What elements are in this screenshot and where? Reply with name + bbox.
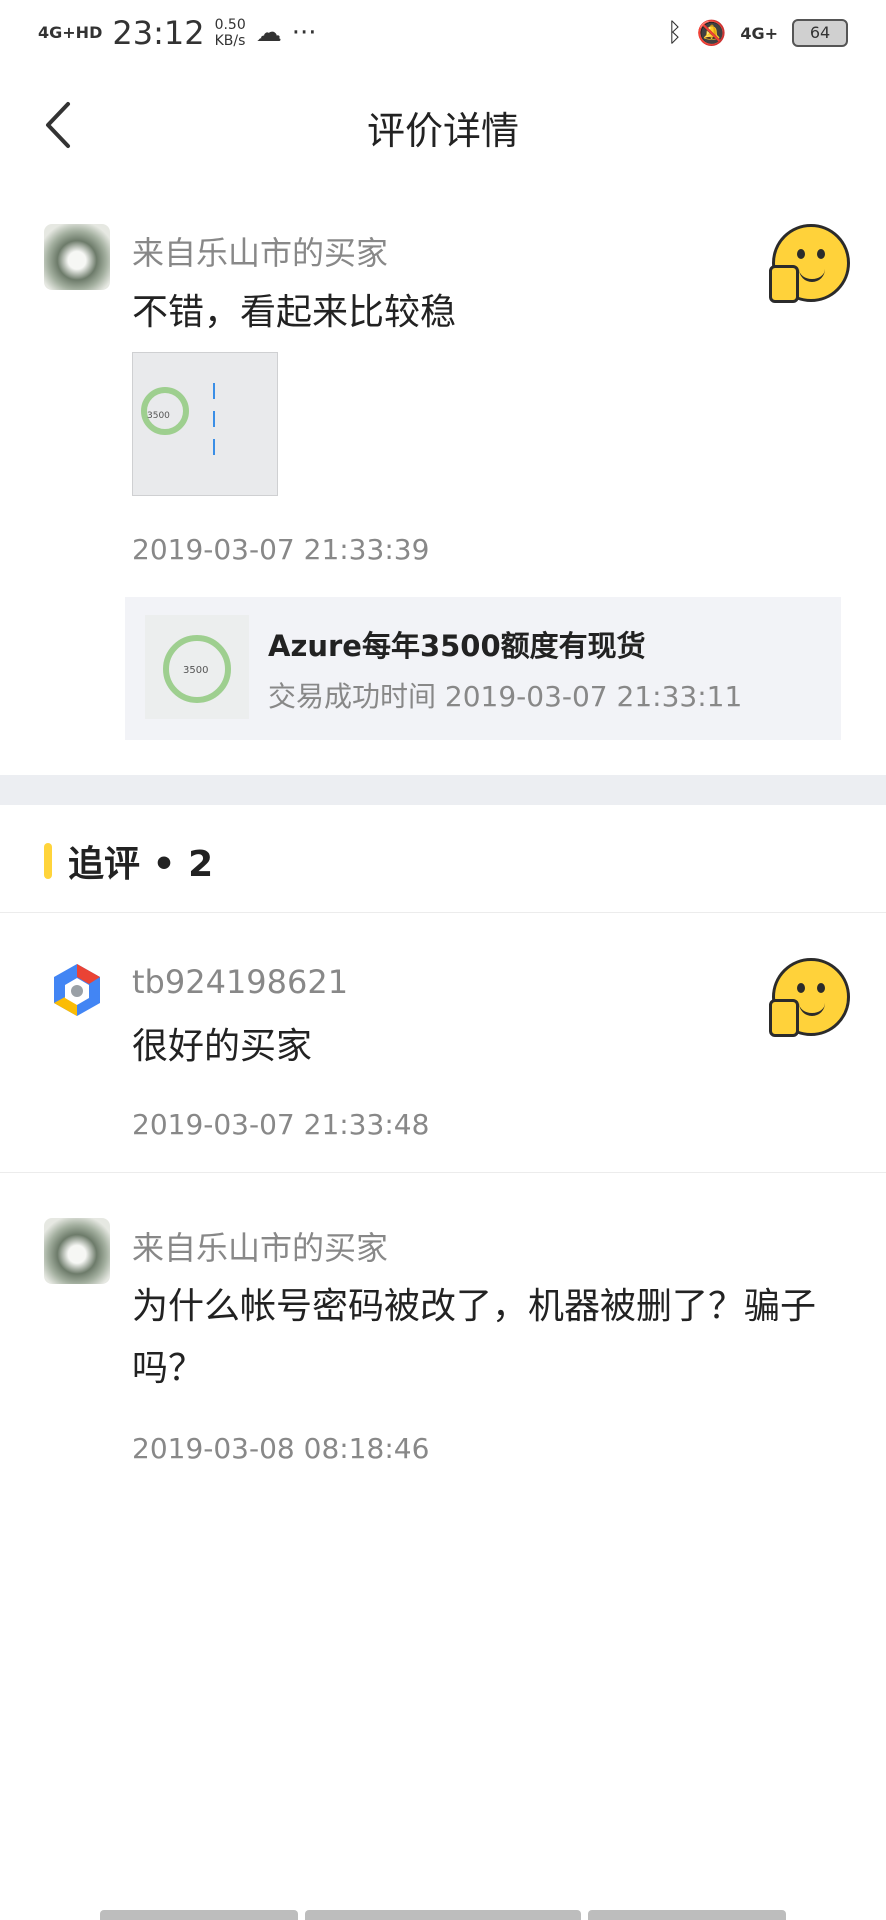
followup-content: 为什么帐号密码被改了，机器被删了？骗子吗？: [132, 1286, 817, 1389]
nav-bar: 评价详情: [0, 70, 886, 180]
followup-author: tb924198621: [132, 963, 349, 1001]
status-time: 23:12: [112, 14, 205, 52]
product-card[interactable]: 3500 Azure每年3500额度有现货 交易成功时间 2019-03-07 …: [125, 597, 841, 740]
speed-value: 0.50: [214, 17, 246, 33]
review-author: 来自乐山市的买家: [132, 234, 389, 272]
product-image: 3500: [145, 615, 249, 719]
hexagon-logo-icon: [54, 964, 100, 1016]
cloud-icon: ☁: [255, 18, 282, 48]
followup-date: 2019-03-08 08:18:46: [132, 1432, 430, 1465]
home-indicator: [100, 1910, 298, 1920]
bluetooth-icon: ᛒ: [666, 18, 683, 48]
section-divider: [0, 775, 886, 805]
avatar[interactable]: [44, 958, 110, 1024]
divider: [0, 1172, 886, 1173]
followup-author: 来自乐山市的买家: [132, 1229, 389, 1267]
more-dots-icon: ···: [291, 18, 317, 48]
review-image[interactable]: 3500: [132, 352, 278, 496]
network-speed: 0.50 KB/s: [215, 17, 246, 49]
review-image-value: 3500: [147, 411, 170, 421]
accent-bar: [44, 843, 52, 879]
followup-date: 2019-03-07 21:33:48: [132, 1108, 430, 1141]
battery-indicator: 64: [792, 19, 848, 47]
avatar[interactable]: [44, 224, 110, 290]
thumbs-up-emoji-icon: [769, 958, 850, 1037]
followup-header: 追评 • 2: [44, 835, 213, 887]
avatar[interactable]: [44, 1218, 110, 1284]
mute-bell-icon: 🔕: [696, 19, 727, 47]
product-image-value: 3500: [183, 665, 209, 676]
thumbs-up-emoji-icon: [769, 224, 850, 303]
signal-indicator: 4G+HD: [38, 23, 103, 42]
home-indicator: [305, 1910, 581, 1920]
product-name: Azure每年3500额度有现货: [268, 629, 646, 663]
speed-unit: KB/s: [214, 33, 246, 49]
status-bar: 4G+HD 23:12 0.50 KB/s ☁ ··· ᛒ 🔕 4G+ 64: [0, 0, 886, 70]
network-type: 4G+: [740, 23, 778, 43]
review-content: 不错，看起来比较稳: [132, 292, 457, 333]
review-date: 2019-03-07 21:33:39: [132, 533, 430, 566]
followup-title: 追评 • 2: [68, 844, 214, 885]
divider: [0, 912, 886, 913]
home-indicator: [588, 1910, 786, 1920]
page-title: 评价详情: [366, 109, 519, 153]
status-right: ᛒ 🔕 4G+ 64: [667, 18, 848, 48]
trade-time: 交易成功时间 2019-03-07 21:33:11: [268, 680, 743, 713]
followup-content: 很好的买家: [132, 1026, 313, 1067]
status-left: 4G+HD 23:12 0.50 KB/s ☁ ···: [38, 14, 317, 52]
